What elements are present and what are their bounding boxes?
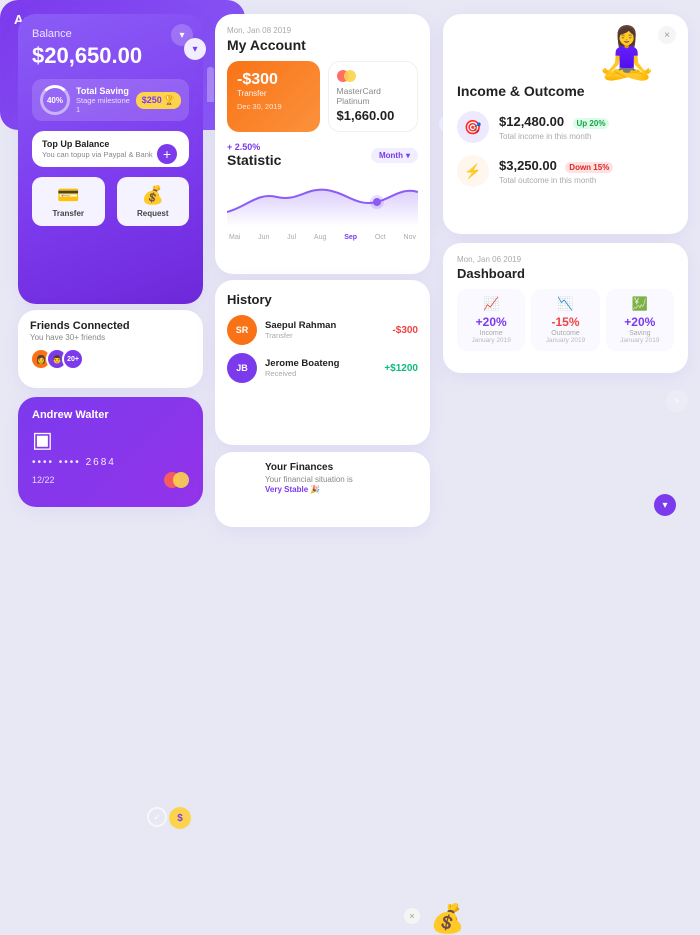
saving-stat-label: Saving — [612, 330, 668, 337]
chart-month-labels: MaiJunJulAug SepOctNov — [227, 234, 418, 241]
transfer-amount: -$300 — [237, 71, 310, 89]
side-card-type: MasterCard Platinum — [337, 86, 410, 106]
close-button[interactable]: × — [658, 26, 676, 44]
dashboard-title: Dashboard — [457, 266, 674, 281]
income-stat-pct: +20% — [463, 315, 519, 329]
outcome-stat-label: Outcome — [537, 330, 593, 337]
finances-illustration: 💰 — [430, 902, 465, 935]
dollar-icon: $ — [169, 807, 191, 829]
transfer-icon: 💳 — [36, 185, 101, 206]
dashboard-saving-stat: 💹 +20% Saving January 2019 — [606, 289, 674, 351]
history-name-0: Saepul Rahman — [265, 320, 384, 331]
outcome-item: ⚡ $3,250.00 Down 15% Total outcome in th… — [457, 155, 674, 187]
saving-amount: $250 🏆 — [136, 92, 181, 109]
friends-card: Friends Connected You have 30+ friends 👩… — [18, 310, 203, 388]
friends-title: Friends Connected — [30, 320, 191, 332]
income-badge: Up 20% — [573, 118, 610, 129]
finances-status: Very Stable 🎉 — [265, 485, 418, 494]
dashboard-outcome-stat: 📉 -15% Outcome January 2019 — [531, 289, 599, 351]
income-outcome-title: Income & Outcome — [457, 83, 674, 99]
request-icon: 💰 — [121, 185, 186, 206]
finances-title: Your Finances — [265, 462, 418, 473]
history-type-1: Received — [265, 369, 376, 378]
history-avatar-1: JB — [227, 353, 257, 383]
chip-icon: ▣ — [32, 427, 189, 453]
history-amount-0: -$300 — [392, 325, 418, 336]
stat-percent: + 2.50% — [227, 142, 281, 152]
transfer-label: Transfer — [36, 209, 101, 218]
outcome-icon: ⚡ — [457, 155, 489, 187]
history-item-1: JB Jerome Boateng Received +$1200 — [227, 353, 418, 383]
transfer-date: Dec 30, 2019 — [237, 102, 310, 111]
saving-stat-pct: +20% — [612, 315, 668, 329]
income-icon: 🎯 — [457, 111, 489, 143]
balance-amount: $20,650.00 — [32, 43, 189, 69]
month-filter-button[interactable]: Month ▾ — [371, 148, 418, 163]
income-sub: Total income in this month — [499, 132, 609, 141]
account-date: Mon, Jan 08 2019 — [227, 26, 418, 35]
finances-close-button[interactable]: × — [404, 908, 420, 924]
outcome-stat-icon: 📉 — [537, 296, 593, 312]
request-label: Request — [121, 209, 186, 218]
illustration-icon: 🧘‍♀️ — [596, 28, 658, 78]
statistic-chart — [227, 172, 418, 227]
income-amount: $12,480.00 — [499, 114, 564, 129]
history-item-0: SR Saepul Rahman Transfer -$300 — [227, 315, 418, 345]
income-stat-label: Income — [463, 330, 519, 337]
bar-purple-5 — [207, 67, 214, 102]
outcome-sub: Total outcome in this month — [499, 176, 613, 185]
history-avatar-0: SR — [227, 315, 257, 345]
saving-circle-icon: 40% — [40, 85, 70, 115]
account-dropdown[interactable]: ▾ — [184, 38, 206, 60]
mastercard-side-logo — [337, 70, 410, 82]
friends-sub: You have 30+ friends — [30, 333, 191, 342]
income-item: 🎯 $12,480.00 Up 20% Total income in this… — [457, 111, 674, 143]
outcome-stat-date: January 2019 — [537, 337, 593, 344]
finances-card: × 💰 Your Finances Your financial situati… — [215, 452, 430, 527]
mastercard-logo — [164, 472, 189, 488]
account-title: My Account — [227, 37, 418, 53]
history-title: History — [227, 292, 418, 307]
transfer-action[interactable]: 💳 Transfer — [32, 177, 105, 226]
account-card: Mon, Jan 08 2019 My Account ▾ -$300 Tran… — [215, 14, 430, 274]
balance-card: Balance $20,650.00 ▾ 40% Total Saving St… — [18, 14, 203, 304]
card-number: •••• •••• 2684 — [32, 457, 189, 468]
side-payment-card: MasterCard Platinum $1,660.00 — [328, 61, 419, 132]
finances-subtitle: Your financial situation is — [265, 475, 418, 484]
dashboard-income-stat: 📈 +20% Income January 2019 — [457, 289, 525, 351]
outcome-badge: Down 15% — [565, 162, 613, 173]
history-type-0: Transfer — [265, 331, 384, 340]
dashboard-card: Mon, Jan 06 2019 Dashboard ▾ 📈 +20% Inco… — [443, 243, 688, 373]
credit-card: Andrew Walter ✓ $ ▣ •••• •••• 2684 12/22 — [18, 397, 203, 507]
avatar-stack: 👩 👨 20+ — [30, 348, 84, 370]
side-card-amount: $1,660.00 — [337, 108, 410, 123]
saving-stat-icon: 💹 — [612, 296, 668, 312]
outcome-stat-pct: -15% — [537, 315, 593, 329]
outcome-amount: $3,250.00 — [499, 158, 557, 173]
total-saving-title: Total Saving — [76, 86, 136, 96]
card-expiry: 12/22 — [32, 475, 55, 485]
check-icon: ✓ — [147, 807, 167, 827]
income-stat-icon: 📈 — [463, 296, 519, 312]
income-outcome-card: × 🧘‍♀️ Income & Outcome 🎯 $12,480.00 Up … — [443, 14, 688, 234]
balance-label: Balance — [32, 28, 189, 40]
history-name-1: Jerome Boateng — [265, 358, 376, 369]
avatar-more: 20+ — [62, 348, 84, 370]
topup-plus-button[interactable]: + — [157, 144, 177, 164]
income-stat-date: January 2019 — [463, 337, 519, 344]
history-card: History SR Saepul Rahman Transfer -$300 … — [215, 280, 430, 445]
transfer-label: Transfer — [237, 89, 310, 98]
stat-title: Statistic — [227, 152, 281, 168]
dashboard-date: Mon, Jan 06 2019 — [457, 255, 674, 264]
request-action[interactable]: 💰 Request — [117, 177, 190, 226]
total-saving-subtitle: Stage milestone 1 — [76, 96, 136, 114]
main-payment-card: -$300 Transfer Dec 30, 2019 — [227, 61, 320, 132]
dashboard-dropdown[interactable]: ▾ — [654, 494, 676, 516]
saving-stat-date: January 2019 — [612, 337, 668, 344]
history-amount-1: +$1200 — [384, 363, 418, 374]
card-holder-name: Andrew Walter — [32, 409, 189, 421]
